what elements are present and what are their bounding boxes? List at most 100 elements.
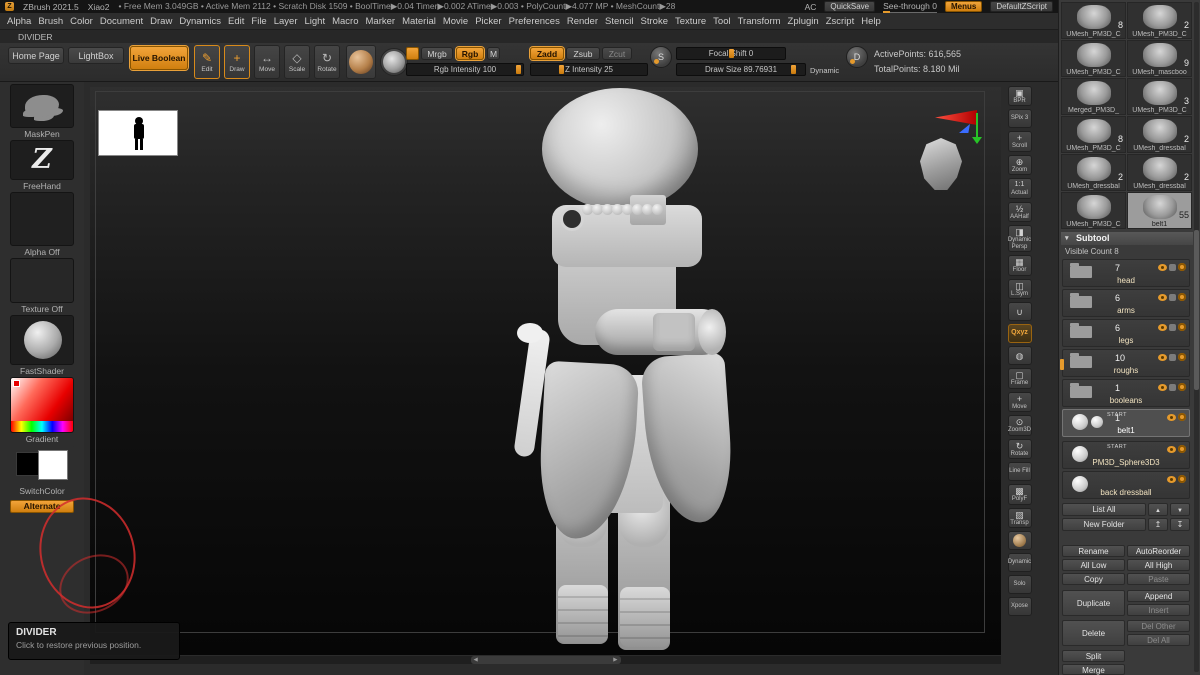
gear-icon[interactable] <box>1178 413 1186 421</box>
menu-file[interactable]: File <box>251 16 266 27</box>
brush-thumbnail[interactable] <box>10 84 74 128</box>
menu-material[interactable]: Material <box>402 16 436 27</box>
rgb-intensity-slider[interactable]: Rgb Intensity 100 <box>406 63 524 76</box>
switch-color-box[interactable] <box>10 445 74 485</box>
color-swatch-icon[interactable] <box>406 47 419 60</box>
brush-selector[interactable]: MaskPen <box>10 84 74 140</box>
zcut-button[interactable]: Zcut <box>602 47 632 60</box>
tool-thumbnail[interactable]: UMesh_PM3D_C <box>1061 192 1126 229</box>
hue-bar[interactable] <box>11 421 73 432</box>
zoom3d-button[interactable]: ⊙ Zoom3D <box>1007 415 1032 436</box>
menu-layer[interactable]: Layer <box>274 16 298 27</box>
transparency-button[interactable]: ▨ Transp <box>1007 507 1032 528</box>
viewport-canvas[interactable] <box>90 87 1001 655</box>
eye-icon[interactable] <box>1158 323 1167 331</box>
menu-tool[interactable]: Tool <box>713 16 730 27</box>
insert-button[interactable]: Insert <box>1127 604 1190 616</box>
tool-thumbnail[interactable]: 2 UMesh_dressbal <box>1061 154 1126 191</box>
move-up-button[interactable] <box>1148 503 1168 516</box>
axis-x-arrow-icon[interactable] <box>935 110 977 125</box>
stroke-thumbnail[interactable]: Z <box>10 140 74 180</box>
paste-button[interactable]: Paste <box>1127 573 1190 585</box>
magnet-button[interactable]: ∪ <box>1007 302 1032 321</box>
collapse-icon[interactable]: ▾ <box>1065 232 1069 245</box>
stroke-preview-button[interactable] <box>380 48 408 76</box>
append-button[interactable]: Append <box>1127 590 1190 602</box>
zsub-button[interactable]: Zsub <box>566 47 600 60</box>
alternate-button[interactable]: Alternate <box>10 500 74 513</box>
mrgb-button[interactable]: Mrgb <box>421 47 453 60</box>
subtool-row-booleans[interactable]: 1 booleans <box>1062 379 1190 407</box>
quicksave-button[interactable]: QuickSave <box>824 1 876 12</box>
rotate-view-button[interactable]: ↻ Rotate <box>1007 438 1032 459</box>
slider-handle[interactable] <box>559 65 564 74</box>
subtool-row-roughs[interactable]: 10 roughs <box>1060 349 1190 377</box>
texture-selector[interactable]: Texture Off <box>10 258 74 315</box>
gear-icon[interactable] <box>1178 475 1186 483</box>
local-symmetry-button[interactable]: ◫ L.Sym <box>1007 278 1032 299</box>
subtool-row-pm3d-sphere[interactable]: START PM3D_Sphere3D3 <box>1062 441 1190 469</box>
menu-movie[interactable]: Movie <box>443 16 468 27</box>
scroll-button[interactable]: + Scroll <box>1007 131 1032 152</box>
subtool-row-back-dressball[interactable]: back dressball <box>1062 471 1190 499</box>
panel-scrollbar-thumb[interactable] <box>1194 230 1199 390</box>
menu-edit[interactable]: Edit <box>228 16 244 27</box>
polypaint-icon[interactable] <box>1169 263 1176 271</box>
slider-handle[interactable] <box>729 49 734 58</box>
eye-icon[interactable] <box>1158 293 1167 301</box>
autoreorder-button[interactable]: AutoReorder <box>1127 545 1190 557</box>
canvas-scrollbar-track[interactable] <box>90 656 1001 664</box>
move-view-button[interactable]: + Move <box>1007 391 1032 412</box>
tool-thumbnail[interactable]: Merged_PM3D_ <box>1061 78 1126 115</box>
frame-button[interactable]: ▢ Frame <box>1007 368 1032 389</box>
shift-up-button[interactable] <box>1148 518 1168 531</box>
move-mode-button[interactable]: ↔ Move <box>254 45 280 79</box>
lightbox-button[interactable]: LightBox <box>68 47 124 64</box>
saturation-square[interactable] <box>11 378 73 421</box>
scroll-left-icon[interactable] <box>474 657 478 663</box>
menu-zscript[interactable]: Zscript <box>826 16 855 27</box>
menu-stencil[interactable]: Stencil <box>605 16 634 27</box>
menu-document[interactable]: Document <box>100 16 143 27</box>
tool-thumbnail[interactable]: 2 UMesh_dressbal <box>1127 154 1192 191</box>
dynamic-subdiv-button[interactable]: Dynamic <box>1007 553 1032 572</box>
actual-button[interactable]: 1:1 Actual <box>1007 178 1032 199</box>
aahalf-button[interactable]: ½ AAHalf <box>1007 201 1032 222</box>
m-button[interactable]: M <box>487 47 500 60</box>
rgb-button[interactable]: Rgb <box>456 47 484 60</box>
switch-color[interactable]: SwitchColor <box>10 445 74 497</box>
split-button[interactable]: Split <box>1062 650 1125 662</box>
texture-thumbnail[interactable] <box>10 258 74 303</box>
stroke-selector[interactable]: Z FreeHand <box>10 140 74 192</box>
menu-picker[interactable]: Picker <box>475 16 501 27</box>
del-all-button[interactable]: Del All <box>1127 634 1190 646</box>
subtool-row-belt1-selected[interactable]: START 1 belt1 <box>1062 409 1190 437</box>
all-high-button[interactable]: All High <box>1127 559 1190 571</box>
zadd-button[interactable]: Zadd <box>530 47 564 60</box>
ghost-material-button[interactable] <box>1007 531 1032 550</box>
menu-texture[interactable]: Texture <box>675 16 706 27</box>
gear-icon[interactable] <box>1178 323 1186 331</box>
tool-thumbnail[interactable]: 2 UMesh_PM3D_C <box>1127 2 1192 39</box>
list-all-button[interactable]: List All <box>1062 503 1146 516</box>
xpose-button[interactable]: Xpose <box>1007 597 1032 616</box>
menu-color[interactable]: Color <box>70 16 93 27</box>
material-picker-button[interactable] <box>346 45 376 79</box>
polypaint-icon[interactable] <box>1169 323 1176 331</box>
gear-icon[interactable] <box>1178 293 1186 301</box>
gear-icon[interactable] <box>1178 445 1186 453</box>
dynamic-label[interactable]: Dynamic <box>810 66 839 75</box>
axis-z-arrow-icon[interactable] <box>959 124 970 133</box>
new-folder-button[interactable]: New Folder <box>1062 518 1146 531</box>
menu-draw[interactable]: Draw <box>150 16 172 27</box>
draw-mode-button[interactable]: + Draw <box>224 45 250 79</box>
edit-mode-button[interactable]: ✎ Edit <box>194 45 220 79</box>
subtool-row-head[interactable]: 7 head <box>1062 259 1190 287</box>
copy-button[interactable]: Copy <box>1062 573 1125 585</box>
eye-icon[interactable] <box>1167 475 1176 483</box>
axis-y-arrow-icon[interactable] <box>976 113 978 138</box>
menu-stroke[interactable]: Stroke <box>641 16 668 27</box>
alternate-control[interactable]: Alternate <box>10 500 74 513</box>
tool-thumbnail[interactable]: 9 UMesh_mascboo <box>1127 40 1192 77</box>
polypaint-icon[interactable] <box>1169 293 1176 301</box>
